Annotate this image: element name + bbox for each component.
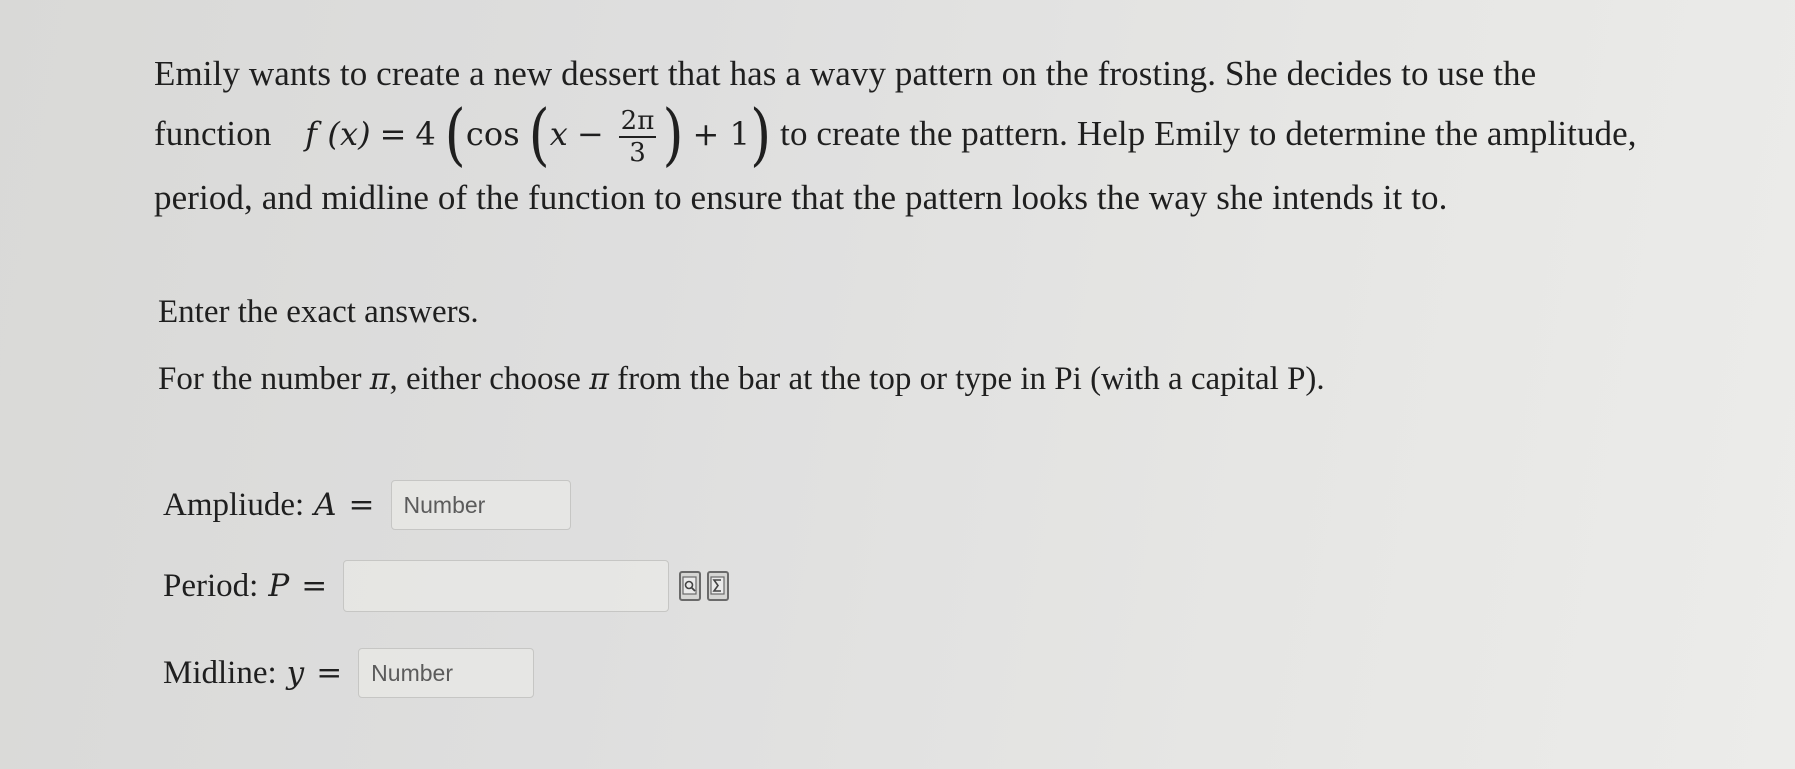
instruction-pi: For the number π, either choose π from t… bbox=[158, 361, 1325, 398]
function-plus-one: + 1 bbox=[692, 115, 751, 153]
instruction-exact: Enter the exact answers. bbox=[158, 294, 479, 330]
preview-icon[interactable] bbox=[679, 571, 702, 601]
function-cos: cos bbox=[465, 115, 520, 153]
right-paren-inner: ) bbox=[662, 95, 684, 174]
left-paren-inner: ( bbox=[528, 95, 550, 174]
instruction-pi-part-b: , either choose bbox=[389, 361, 590, 397]
left-paren-outer: ( bbox=[444, 95, 466, 174]
amplitude-variable: A bbox=[314, 487, 337, 523]
period-input[interactable] bbox=[343, 560, 670, 612]
period-row: Period: P = bbox=[163, 560, 730, 612]
amplitude-input[interactable] bbox=[390, 480, 571, 530]
midline-input[interactable] bbox=[358, 648, 535, 698]
problem-line-2-suffix: to create the pattern. Help Emily to det… bbox=[780, 114, 1637, 153]
amplitude-label: Ampliude: bbox=[163, 486, 305, 523]
period-label: Period: bbox=[163, 567, 259, 604]
function-coef: 4 bbox=[415, 115, 436, 153]
amplitude-equals: = bbox=[348, 487, 375, 523]
pi-symbol: π bbox=[589, 362, 609, 397]
instruction-pi-part-c: from the bar at the top or type in Pi (w… bbox=[608, 361, 1325, 397]
problem-line-2-prefix: function bbox=[154, 114, 272, 153]
fraction-numerator: 2π bbox=[618, 105, 657, 138]
question-page: Emily wants to create a new dessert that… bbox=[0, 0, 1795, 769]
period-variable: P bbox=[268, 568, 290, 604]
function-minus: − bbox=[576, 115, 604, 153]
midline-row: Midline: y = bbox=[163, 648, 535, 698]
function-lhs: f (x) bbox=[305, 115, 371, 153]
fraction: 2π 3 bbox=[618, 105, 657, 168]
midline-variable: y bbox=[286, 655, 305, 691]
function-eq: = bbox=[379, 115, 407, 153]
midline-label: Midline: bbox=[163, 654, 277, 691]
amplitude-row: Ampliude: A = bbox=[163, 480, 571, 530]
problem-statement: Emily wants to create a new dessert that… bbox=[154, 44, 1674, 228]
fraction-denominator: 3 bbox=[629, 137, 646, 168]
midline-equals: = bbox=[316, 655, 343, 691]
equation-editor-icon[interactable] bbox=[707, 571, 730, 601]
period-equals: = bbox=[301, 568, 328, 604]
problem-line-1: Emily wants to create a new dessert that… bbox=[154, 54, 1537, 93]
function-x: x bbox=[549, 115, 568, 153]
pi-symbol: π bbox=[369, 362, 390, 397]
problem-line-2: function f (x) = 4 (cos (x − 2π 3) + 1) t… bbox=[154, 97, 1674, 172]
period-tools bbox=[679, 571, 730, 601]
right-paren-outer: ) bbox=[750, 95, 772, 174]
instruction-pi-part-a: For the number bbox=[158, 361, 370, 397]
problem-line-3: period, and midline of the function to e… bbox=[154, 177, 1448, 217]
